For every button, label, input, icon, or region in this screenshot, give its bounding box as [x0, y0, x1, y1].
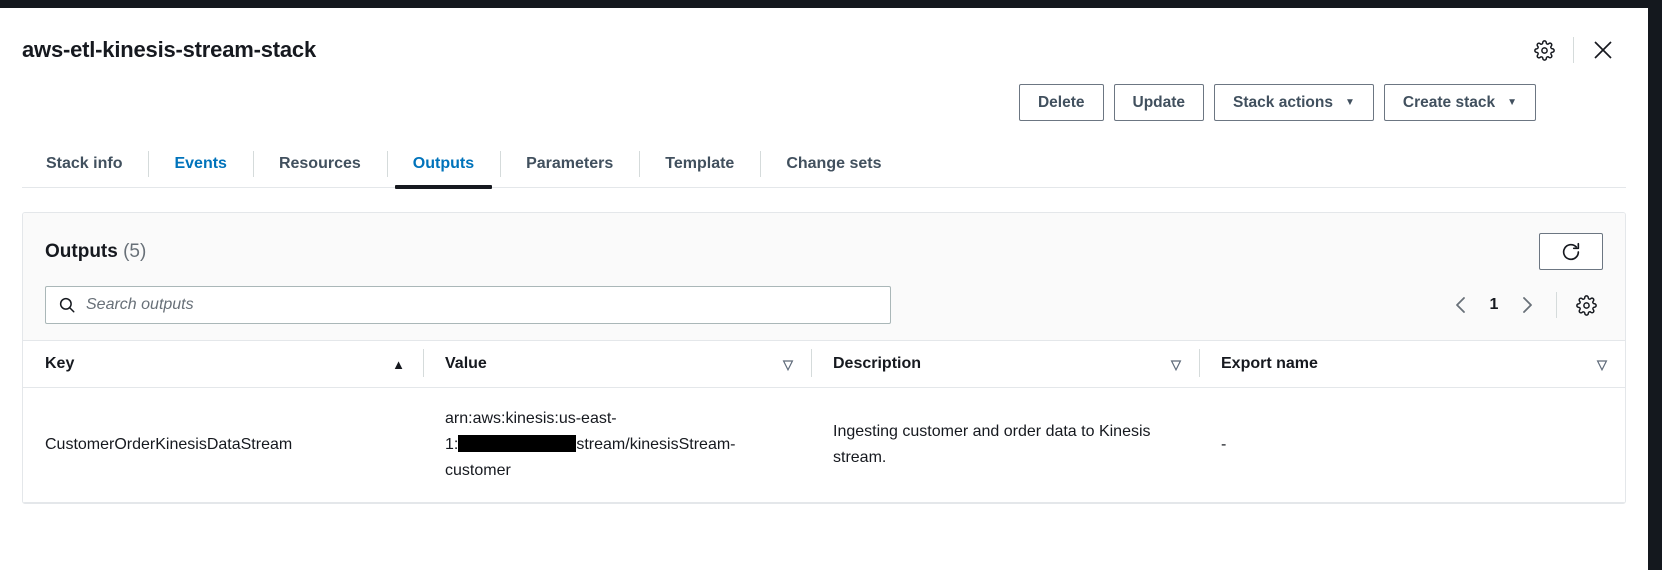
sort-icon: ▽: [1171, 356, 1181, 372]
outputs-title-text: Outputs: [45, 240, 118, 262]
table-header-row: Key ▲ Value ▽ Description ▽ Export name …: [23, 340, 1625, 388]
tab-outputs[interactable]: Outputs: [386, 143, 500, 189]
outputs-title: Outputs (5): [45, 241, 1539, 263]
tab-label: Parameters: [526, 155, 614, 172]
column-header-value-label: Value: [445, 355, 487, 372]
cell-export-name: -: [1199, 387, 1625, 503]
stack-actions-button[interactable]: Stack actions ▼: [1214, 84, 1374, 121]
chevron-left-icon: [1456, 297, 1465, 313]
create-stack-button-label: Create stack: [1402, 94, 1496, 111]
tab-label: Stack info: [46, 155, 123, 172]
value-line-2: 1: stream/kinesisStream-: [445, 432, 793, 458]
table-preferences-button[interactable]: [1569, 288, 1603, 322]
value-line-1: arn:aws:kinesis:us-east-: [445, 410, 617, 427]
table-row[interactable]: CustomerOrderKinesisDataStream arn:aws:k…: [23, 387, 1625, 503]
redaction-bar: [458, 434, 577, 452]
gear-icon: [1533, 39, 1555, 61]
tab-label: Resources: [278, 155, 361, 172]
app-root: aws-etl-kinesis-stream-stack Delete Upda…: [0, 0, 1662, 570]
refresh-button[interactable]: [1539, 233, 1603, 270]
gear-icon: [1575, 294, 1597, 316]
chevron-down-icon: ▼: [1344, 96, 1355, 108]
tab-resources[interactable]: Resources: [252, 143, 387, 187]
tab-list: Stack info Events Resources Outputs Para…: [22, 143, 1626, 189]
close-icon: [1594, 41, 1612, 59]
pagination: 1: [1444, 288, 1603, 322]
value-line-3: customer: [445, 461, 511, 479]
outputs-card-header: Outputs (5): [23, 213, 1625, 278]
value-line-2-prefix: 1:: [445, 435, 459, 453]
cell-description: Ingesting customer and order data to Kin…: [811, 387, 1199, 503]
search-outputs-box[interactable]: [45, 286, 891, 324]
settings-gear-button[interactable]: [1527, 33, 1561, 67]
chevron-down-icon: ▼: [1507, 96, 1517, 108]
page-title: aws-etl-kinesis-stream-stack: [22, 37, 316, 62]
cell-value: arn:aws:kinesis:us-east- 1: stream/kinesi…: [423, 387, 811, 503]
tab-parameters[interactable]: Parameters: [500, 143, 639, 187]
header-divider: [1573, 37, 1574, 63]
create-stack-button[interactable]: Create stack ▼: [1383, 84, 1536, 121]
pagination-next-button[interactable]: [1510, 288, 1544, 322]
update-button-label: Update: [1132, 94, 1186, 111]
delete-button[interactable]: Delete: [1018, 84, 1104, 121]
chevron-right-icon: [1523, 297, 1532, 313]
column-header-export-name-label: Export name: [1221, 355, 1318, 372]
column-header-key[interactable]: Key ▲: [23, 340, 423, 388]
outputs-card: Outputs (5) Search outputs 1 Key ▲ Value…: [22, 212, 1626, 504]
outputs-filter-bar: 1: [23, 278, 1625, 340]
search-icon: [59, 297, 75, 313]
sort-ascending-icon: ▲: [392, 356, 405, 372]
outputs-table-head: Key ▲ Value ▽ Description ▽ Export name …: [23, 340, 1625, 388]
tab-bar: Stack info Events Resources Outputs Para…: [0, 143, 1648, 189]
close-button[interactable]: [1586, 33, 1620, 67]
pagination-prev-button[interactable]: [1444, 288, 1478, 322]
column-header-key-label: Key: [45, 355, 75, 372]
column-header-description-label: Description: [833, 355, 922, 372]
sort-icon: ▽: [1597, 356, 1607, 372]
header-actions: [1527, 33, 1620, 67]
tab-events[interactable]: Events: [148, 143, 252, 187]
column-header-export-name[interactable]: Export name ▽: [1199, 340, 1625, 388]
browser-chrome-right: [1648, 0, 1662, 570]
tab-change-sets[interactable]: Change sets: [760, 143, 907, 187]
outputs-table-body: CustomerOrderKinesisDataStream arn:aws:k…: [23, 387, 1625, 503]
tab-label: Template: [665, 155, 735, 172]
stack-action-buttons: Delete Update Stack actions ▼ Create sta…: [0, 70, 1556, 121]
update-button[interactable]: Update: [1113, 84, 1205, 121]
tab-label: Outputs: [412, 155, 475, 172]
column-header-value[interactable]: Value ▽: [423, 340, 811, 388]
sort-icon: ▽: [783, 356, 793, 372]
pagination-page-1[interactable]: 1: [1480, 296, 1508, 314]
outputs-table: Key ▲ Value ▽ Description ▽ Export name …: [23, 340, 1625, 503]
pagination-divider: [1556, 292, 1557, 318]
panel-header: aws-etl-kinesis-stream-stack: [0, 8, 1648, 70]
tab-label: Change sets: [786, 155, 882, 172]
tab-stack-info[interactable]: Stack info: [22, 143, 148, 187]
outputs-count: (5): [123, 240, 147, 262]
stack-actions-button-label: Stack actions: [1233, 94, 1333, 111]
cell-key: CustomerOrderKinesisDataStream: [23, 387, 423, 503]
delete-button-label: Delete: [1037, 94, 1085, 111]
value-line-2-suffix: stream/kinesisStream-: [576, 435, 736, 453]
tab-template[interactable]: Template: [639, 143, 760, 187]
browser-chrome-top: [0, 0, 1662, 8]
refresh-icon: [1562, 242, 1580, 260]
column-header-description[interactable]: Description ▽: [811, 340, 1199, 388]
tab-label: Events: [174, 155, 227, 172]
tab-bar-underline: [22, 187, 1626, 188]
stack-detail-panel: aws-etl-kinesis-stream-stack Delete Upda…: [0, 8, 1648, 570]
search-input[interactable]: [86, 288, 890, 322]
